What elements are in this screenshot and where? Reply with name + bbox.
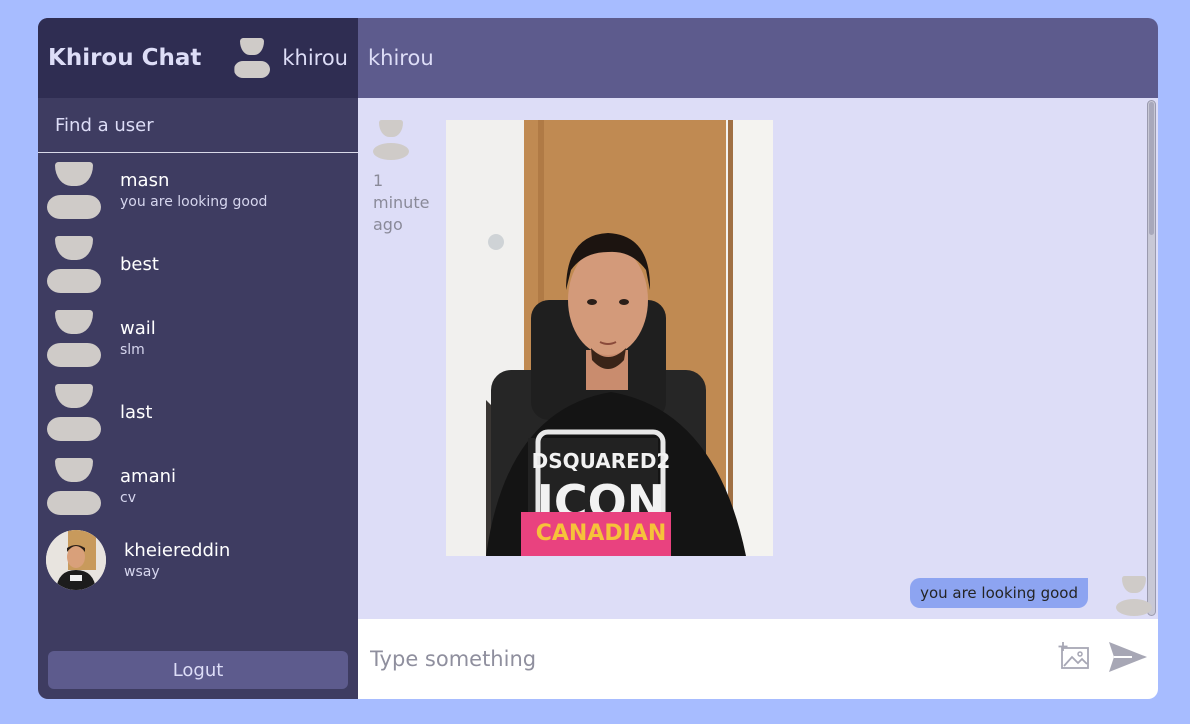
current-user: khirou xyxy=(234,38,348,78)
user-avatar xyxy=(46,384,102,441)
chat-user-name: best xyxy=(120,253,159,275)
message-bubble: you are looking good xyxy=(910,578,1088,608)
sender-avatar xyxy=(373,120,409,160)
chat-list-item[interactable]: best xyxy=(38,227,358,301)
send-controls xyxy=(1058,641,1148,677)
search-bar xyxy=(38,98,358,153)
chat-title: khirou xyxy=(368,46,434,70)
chat-list-item[interactable]: kheiereddin wsay xyxy=(38,523,358,597)
chat-last-message: cv xyxy=(120,490,136,506)
svg-text:DSQUARED2: DSQUARED2 xyxy=(532,449,671,473)
chat-last-message: you are looking good xyxy=(120,194,268,210)
app-logo: Khirou Chat xyxy=(48,45,202,71)
user-avatar xyxy=(46,458,102,515)
message-timestamp: 1 minute ago xyxy=(373,171,430,234)
current-user-name: khirou xyxy=(282,46,348,70)
send-icon[interactable] xyxy=(1108,641,1148,677)
attach-image-icon[interactable] xyxy=(1058,642,1092,676)
chat-header: khirou xyxy=(358,18,1158,98)
chat-last-message: slm xyxy=(120,342,145,358)
chat-list-item[interactable]: last xyxy=(38,375,358,449)
chat-user-name: last xyxy=(120,401,153,423)
message-image[interactable]: DSQUARED2 ICON CANADIAN xyxy=(446,120,773,556)
logout-button[interactable]: Logut xyxy=(48,651,348,689)
owner-avatar xyxy=(1116,576,1152,616)
user-avatar xyxy=(46,310,102,367)
svg-text:CANADIAN: CANADIAN xyxy=(536,521,667,546)
chat-user-name: masn xyxy=(120,170,170,191)
message-input[interactable] xyxy=(368,646,972,672)
message-input-bar xyxy=(358,619,1158,699)
user-avatar xyxy=(46,236,102,293)
chat-user-name: wail xyxy=(120,318,156,339)
current-user-avatar xyxy=(234,38,271,78)
user-avatar xyxy=(46,162,102,219)
search-input[interactable] xyxy=(53,113,343,137)
scrollbar-thumb[interactable] xyxy=(1149,102,1154,235)
sidebar-navbar: Khirou Chat khirou xyxy=(38,18,358,98)
chat-list-item[interactable]: masn you are looking good xyxy=(38,153,358,227)
chat-app: Khirou Chat khirou masn you are looking … xyxy=(38,18,1158,699)
user-photo-avatar xyxy=(46,530,106,590)
messages-scrollbar[interactable] xyxy=(1147,100,1156,616)
chat-list-item[interactable]: amani cv xyxy=(38,449,358,523)
chat-list-item[interactable]: wail slm xyxy=(38,301,358,375)
chat-user-name: amani xyxy=(120,466,177,487)
sidebar: Khirou Chat khirou masn you are looking … xyxy=(38,18,358,699)
messages-area: 1 minute ago DSQUARED2 ICON CANADIAN you… xyxy=(358,98,1158,619)
chat-panel: khirou 1 minute ago DSQUARED2 ICON CANAD… xyxy=(358,18,1158,699)
chat-user-name: kheiereddin xyxy=(124,540,231,561)
message-received: 1 minute ago DSQUARED2 ICON CANADIAN xyxy=(373,120,773,556)
chat-last-message: wsay xyxy=(124,564,160,580)
message-sent: you are looking good xyxy=(910,576,1152,616)
